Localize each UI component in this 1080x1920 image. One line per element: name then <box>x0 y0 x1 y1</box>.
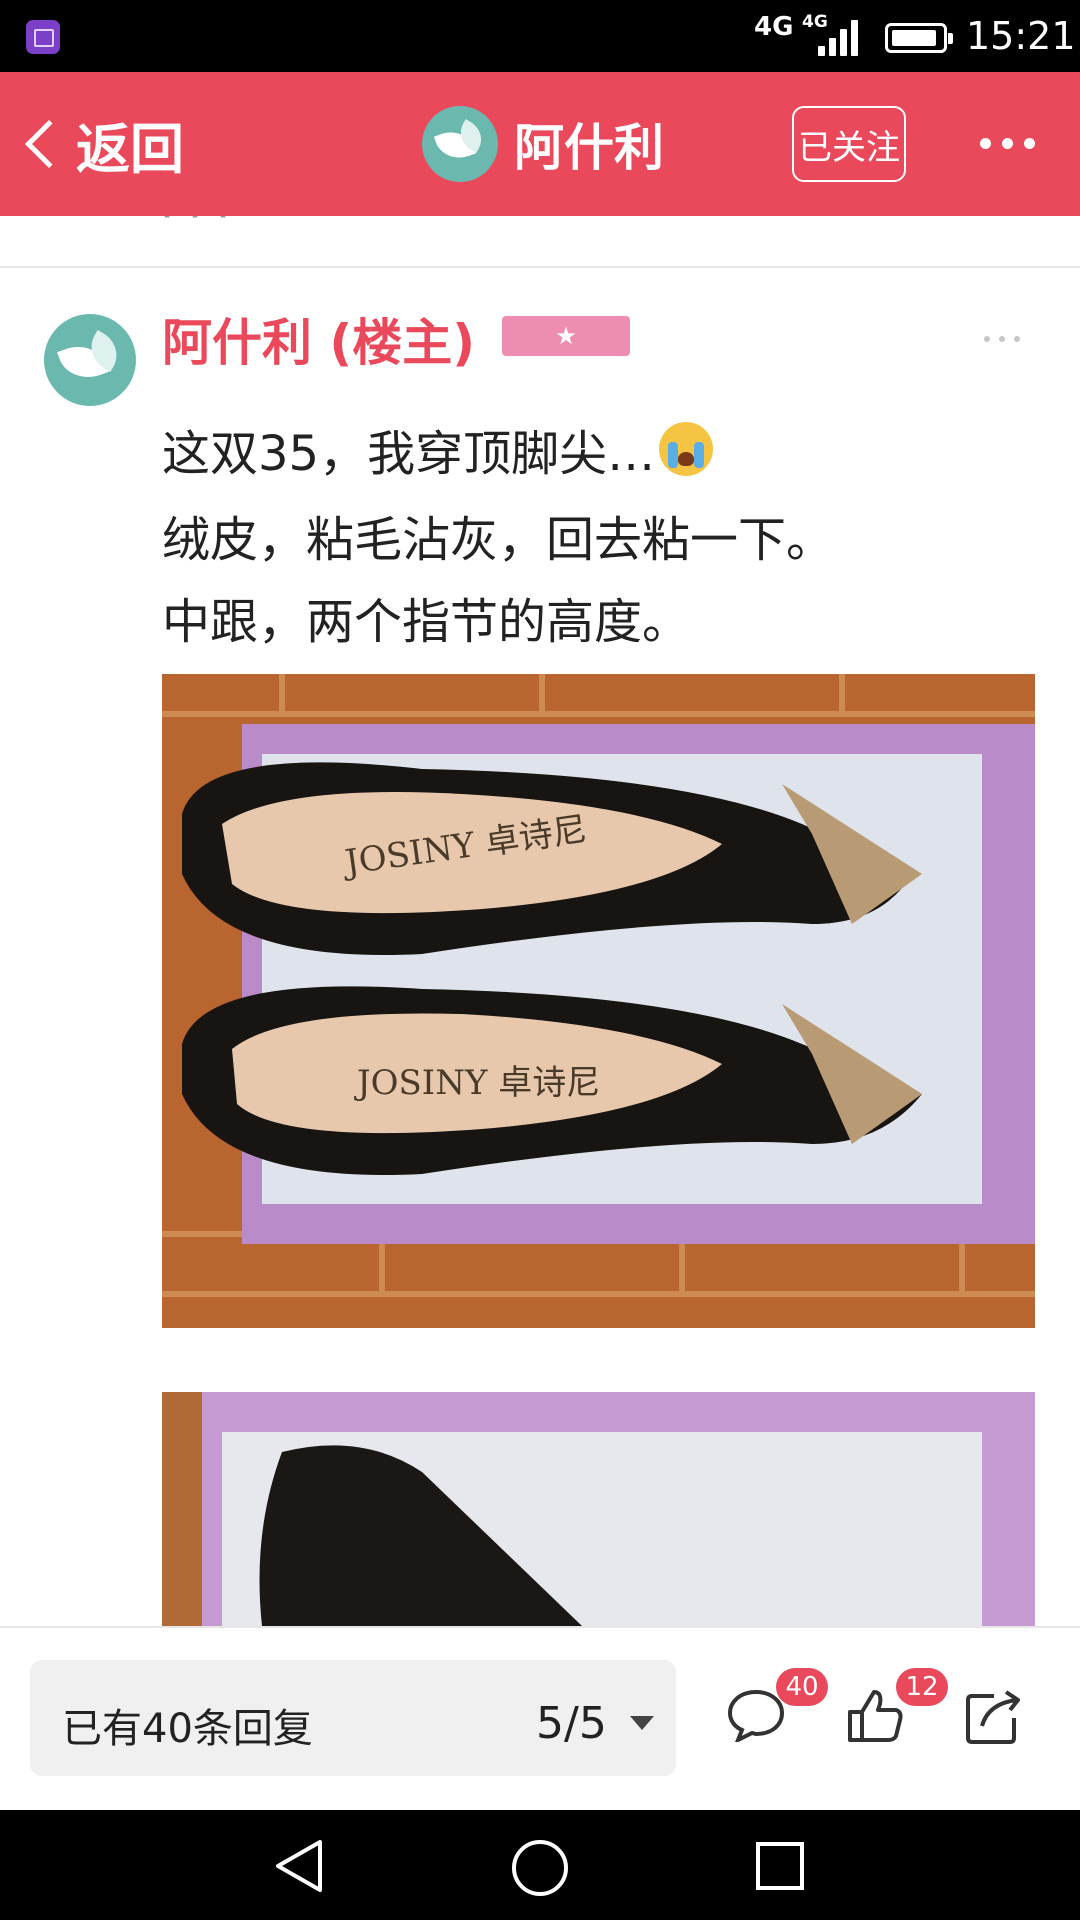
chevron-left-icon <box>24 119 74 169</box>
reply-count-label: 已有40条回复 <box>62 1706 313 1752</box>
share-button[interactable] <box>964 1688 1034 1748</box>
post-line-3: 中跟，两个指节的高度。 <box>162 594 691 650</box>
back-label: 返回 <box>76 117 184 181</box>
recent-apps-icon[interactable] <box>752 1838 808 1894</box>
comment-icon <box>727 1689 785 1745</box>
page-indicator[interactable]: 5/5 <box>536 1698 607 1749</box>
post-line-2: 绒皮，粘毛沾灰，回去粘一下。 <box>162 512 835 568</box>
back-triangle-icon[interactable] <box>270 1838 330 1894</box>
author-level-badge: ★ <box>502 316 630 356</box>
forum-header[interactable]: 阿什利 <box>422 106 664 182</box>
reply-input[interactable]: 已有40条回复 5/5 <box>30 1660 676 1776</box>
network-4g-indicator: 4G <box>754 12 794 42</box>
crying-face-emoji <box>659 422 714 476</box>
post-photo-2[interactable] <box>162 1392 1035 1626</box>
author-avatar[interactable] <box>44 314 136 406</box>
like-count-badge: 12 <box>896 1668 948 1706</box>
forum-title: 阿什利 <box>514 119 664 177</box>
like-button[interactable]: 12 <box>846 1668 948 1748</box>
signal-icon <box>818 18 866 56</box>
comment-button[interactable]: 40 <box>726 1668 828 1748</box>
partial-scrolled-row: · · · <box>0 216 1080 268</box>
bottom-action-bar: 已有40条回复 5/5 40 12 <box>0 1626 1080 1810</box>
share-icon <box>966 1690 1020 1744</box>
status-bar: 4G 4G 15:21 <box>0 0 1080 72</box>
status-time: 15:21 <box>966 14 1076 58</box>
post-photo-1[interactable]: JOSINY 卓诗尼 JOSINY 卓诗尼 <box>162 674 1035 1328</box>
post-more-icon[interactable] <box>984 336 1020 344</box>
gallery-notification-icon <box>26 20 60 54</box>
post-line-1: 这双35，我穿顶脚尖… <box>162 414 714 484</box>
system-navigation-bar <box>0 1810 1080 1920</box>
more-options-icon[interactable] <box>980 134 1036 154</box>
svg-text:JOSINY 卓诗尼: JOSINY 卓诗尼 <box>354 1063 600 1103</box>
caret-down-icon[interactable] <box>630 1716 654 1730</box>
author-name[interactable]: 阿什利 (楼主) <box>162 303 475 375</box>
back-button[interactable]: 返回 <box>18 108 184 181</box>
follow-button[interactable]: 已关注 <box>792 106 906 182</box>
top-navbar: 返回 阿什利 已关注 <box>0 72 1080 216</box>
thumbs-up-icon <box>848 1690 903 1742</box>
star-icon: ★ <box>555 322 577 350</box>
battery-icon <box>885 23 953 53</box>
home-circle-icon[interactable] <box>510 1838 570 1898</box>
comment-count-badge: 40 <box>776 1668 828 1706</box>
forum-avatar <box>422 106 498 182</box>
